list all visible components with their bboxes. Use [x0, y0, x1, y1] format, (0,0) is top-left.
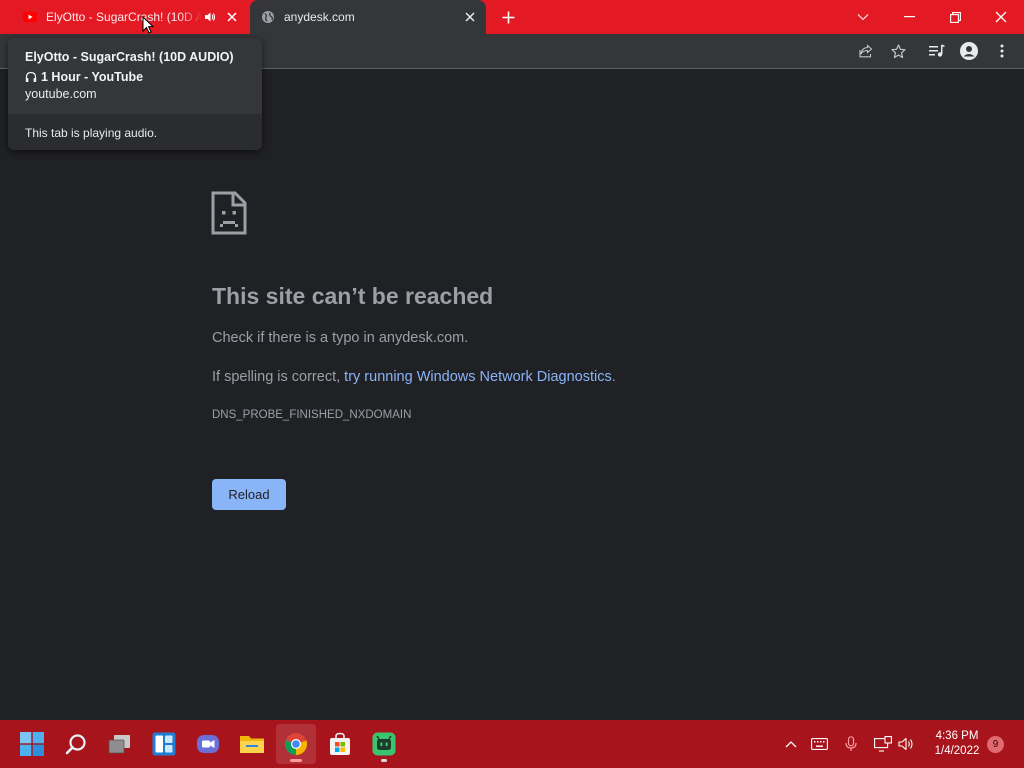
windows-start-icon: [20, 732, 44, 756]
tab-hover-card: ElyOtto - SugarCrash! (10D AUDIO) 1 Hour…: [8, 38, 262, 150]
volume-button[interactable]: [896, 734, 916, 754]
headphones-icon: [25, 71, 37, 83]
share-button[interactable]: [855, 40, 877, 62]
globe-icon: [260, 9, 276, 25]
restore-button[interactable]: [932, 0, 978, 34]
microphone-icon: [845, 736, 857, 751]
search-button[interactable]: [56, 724, 96, 764]
clock-date: 1/4/2022: [934, 745, 980, 757]
youtube-icon: [22, 9, 38, 25]
close-icon: [995, 11, 1007, 23]
error-heading: This site can’t be reached: [212, 283, 494, 309]
running-app-indicator: [381, 759, 387, 762]
tab-search-button[interactable]: [840, 0, 886, 34]
tab-title: anydesk.com: [284, 10, 355, 24]
android-app-button[interactable]: [364, 724, 404, 764]
show-hidden-icons-button[interactable]: [781, 734, 801, 754]
menu-button[interactable]: [991, 40, 1013, 62]
hover-card-title-line1: ElyOtto - SugarCrash! (10D AUDIO): [25, 50, 234, 64]
tab-anydesk[interactable]: anydesk.com: [250, 0, 486, 34]
close-tab-icon[interactable]: [462, 9, 478, 25]
sad-page-icon: [211, 191, 247, 235]
typo-hint: Check if there is a typo in anydesk.com.: [212, 330, 469, 346]
diagnostics-hint-suffix: .: [611, 369, 616, 385]
network-icon: [874, 736, 892, 752]
media-queue-icon: [929, 44, 945, 57]
profile-button[interactable]: [958, 40, 980, 62]
close-tab-icon[interactable]: [224, 9, 240, 25]
mouse-cursor-icon: [142, 16, 154, 34]
minimize-button[interactable]: [886, 0, 932, 34]
tab-youtube[interactable]: ElyOtto - SugarCrash! (10D AUDIO): [12, 0, 248, 34]
error-code: DNS_PROBE_FINISHED_NXDOMAIN: [212, 409, 412, 421]
close-window-button[interactable]: [978, 0, 1024, 34]
kebab-menu-icon: [1000, 44, 1004, 58]
plus-icon: [502, 11, 514, 23]
diagnostics-hint: If spelling is correct, try running Wind…: [212, 369, 616, 385]
speaker-icon: [898, 737, 913, 751]
start-button[interactable]: [12, 724, 52, 764]
restore-icon: [949, 11, 961, 23]
chevron-down-icon: [857, 14, 869, 21]
reload-button[interactable]: Reload: [212, 479, 286, 510]
microsoft-store-icon: [330, 732, 350, 755]
media-control-button[interactable]: [926, 40, 948, 62]
notification-badge[interactable]: 9: [987, 736, 1004, 753]
task-view-icon: [108, 735, 130, 754]
chevron-up-icon: [785, 741, 797, 748]
teams-chat-icon: [197, 735, 219, 753]
chrome-taskbar-button[interactable]: [276, 724, 316, 764]
android-app-icon: [372, 732, 396, 756]
network-diagnostics-link[interactable]: try running Windows Network Diagnostics: [344, 369, 612, 385]
file-explorer-button[interactable]: [232, 724, 272, 764]
hover-card-title: ElyOtto - SugarCrash! (10D AUDIO) 1 Hour…: [25, 47, 255, 87]
search-icon: [65, 734, 86, 755]
avatar-icon: [960, 42, 978, 60]
star-icon: [890, 43, 906, 58]
keyboard-icon: [810, 738, 828, 750]
system-clock[interactable]: 4:36 PM 1/4/2022: [924, 729, 990, 759]
hover-card-audio-status: This tab is playing audio.: [8, 114, 262, 150]
diagnostics-hint-prefix: If spelling is correct,: [212, 369, 345, 385]
chrome-icon: [284, 733, 308, 756]
share-icon: [859, 44, 873, 58]
minimize-icon: [903, 16, 915, 18]
bookmark-button[interactable]: [887, 40, 909, 62]
hover-card-domain: youtube.com: [25, 87, 97, 101]
microphone-button[interactable]: [841, 734, 861, 754]
chat-button[interactable]: [188, 724, 228, 764]
clock-time: 4:36 PM: [935, 730, 979, 742]
widgets-button[interactable]: [144, 724, 184, 764]
tab-title: ElyOtto - SugarCrash! (10D AUDIO): [46, 10, 202, 24]
task-view-button[interactable]: [100, 724, 140, 764]
store-button[interactable]: [320, 724, 360, 764]
hover-card-title-line2: 1 Hour - YouTube: [41, 70, 144, 84]
file-explorer-icon: [240, 736, 264, 753]
widgets-icon: [152, 732, 176, 756]
new-tab-button[interactable]: [498, 7, 518, 27]
keyboard-button[interactable]: [809, 734, 829, 754]
speaker-icon[interactable]: [202, 9, 218, 25]
active-app-indicator: [290, 759, 302, 762]
network-button[interactable]: [873, 734, 893, 754]
